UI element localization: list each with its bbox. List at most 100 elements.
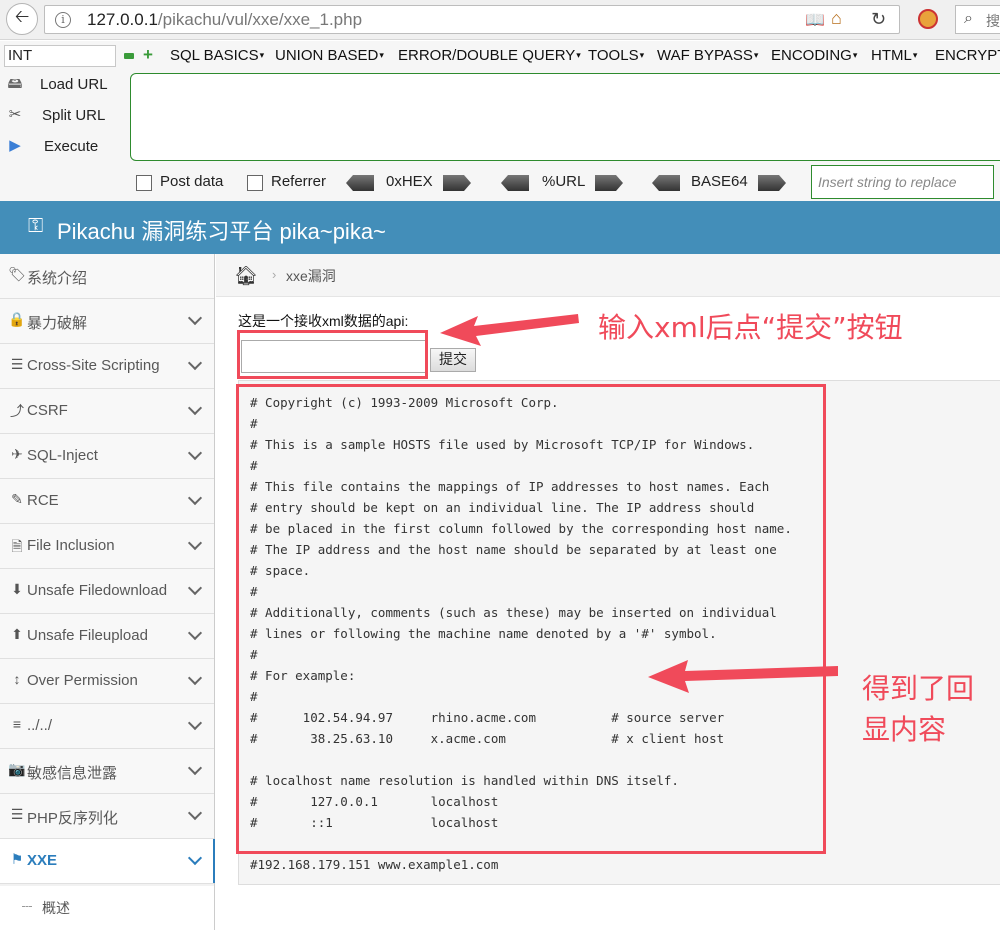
split-url-label: Split URL [42,107,106,124]
execute-button[interactable]: ▶ Execute [4,135,124,161]
hackbar-panel: INT + SQL BASICS UNION BASED ERROR/DOUBL… [0,41,1000,201]
sidebar-item-fileupload[interactable]: ⬆ Unsafe Fileupload [0,614,214,659]
post-data-checkbox[interactable] [136,175,152,191]
reload-icon[interactable]: ↻ [871,9,886,30]
url-decode-arrow-icon[interactable] [501,175,529,191]
hackbar-menu: INT + SQL BASICS UNION BASED ERROR/DOUBL… [0,45,1000,69]
chevron-down-icon [187,445,203,461]
tags-icon: 🏷 [8,266,26,282]
hex-label: 0xHEX [386,173,433,190]
sidebar-subitem-overview[interactable]: 概述 [0,886,214,930]
site-title[interactable]: Pikachu 漏洞练习平台 pika~pika~ [57,214,386,246]
minus-icon[interactable] [124,53,134,59]
plane-icon: ✈ [11,446,23,462]
type-select[interactable]: INT [4,45,116,67]
search-icon: ⌕ [964,10,973,27]
menu-union-based[interactable]: UNION BASED [275,47,384,64]
post-data-label: Post data [160,173,224,190]
sidebar-item-label: 系统介绍 [27,270,88,287]
sidebar-item-info-leak[interactable]: 📷 敏感信息泄露 [0,749,214,794]
pencil-icon: ✎ [11,491,23,507]
search-input[interactable]: ⌕ 搜 [955,5,1000,34]
submit-button[interactable]: 提交 [430,348,476,372]
camera-icon: 📷 [8,761,26,777]
blocker-icon[interactable] [918,9,938,29]
arrow-left-icon: 🡠 [14,6,30,26]
breadcrumb: 🏠︎ › xxe漏洞 [216,254,1000,297]
sidebar-subitem-label: 概述 [42,900,70,916]
input-annotation-text: 输入xml后点“提交”按钮 [598,311,903,344]
sidebar-item-label: PHP反序列化 [27,810,118,827]
sidebar-item-intro[interactable]: 🏷 系统介绍 [0,254,214,299]
plus-icon[interactable]: + [143,45,153,65]
referrer-checkbox[interactable] [247,175,263,191]
breadcrumb-separator: › [272,267,277,282]
url-textarea[interactable] [130,73,1000,161]
sidebar-item-label: RCE [27,492,59,509]
output-annotation-text-line1: 得到了回 [862,672,975,705]
chevron-down-icon [187,715,203,731]
menu-waf-bypass[interactable]: WAF BYPASS [657,47,758,64]
address-bar[interactable]: i 127.0.0.1/pikachu/vul/xxe/xxe_1.php 📖 … [44,5,900,34]
sidebar-item-dir-traversal[interactable]: ≡ ../../ [0,704,214,749]
base64-decode-arrow-icon[interactable] [652,175,680,191]
replace-input[interactable]: Insert string to replace [811,165,994,199]
load-url-icon: 🖴 [7,75,23,92]
arrow-to-input [440,314,579,346]
chevron-down-icon [187,535,203,551]
menu-error-double-query[interactable]: ERROR/DOUBLE QUERY [398,47,581,64]
api-label: 这是一个接收xml数据的api: [238,313,409,329]
sidebar-item-label: File Inclusion [27,537,115,554]
align-icon: ≡ [12,716,22,732]
sidebar-item-sqli[interactable]: ✈ SQL-Inject [0,434,214,479]
sidebar-item-label: Unsafe Filedownload [27,582,168,599]
chevron-down-icon [187,625,203,641]
hex-decode-arrow-icon[interactable] [346,175,374,191]
split-url-button[interactable]: ✂ Split URL [4,104,124,130]
sidebar-item-xxe[interactable]: ⚑ XXE [0,839,215,884]
chevron-down-icon [187,760,203,776]
sidebar-item-label: 敏感信息泄露 [27,765,118,782]
load-url-button[interactable]: 🖴 Load URL [4,73,124,99]
sidebar-item-xss[interactable]: ☰ Cross-Site Scripting [0,344,214,389]
sidebar-item-over-permission[interactable]: ↕ Over Permission [0,659,214,704]
chevron-down-icon [187,400,203,416]
base64-label: BASE64 [691,173,748,190]
search-placeholder: 搜 [986,13,1000,29]
home-icon[interactable]: ⌂ [831,8,842,29]
sidebar-item-label: Over Permission [27,672,138,689]
output-highlight-box [236,384,826,854]
url-encode-arrow-icon[interactable] [595,175,623,191]
output-annotation-text-line2: 显内容 [862,713,947,746]
upload-icon: ⬆ [11,626,23,642]
sidebar-item-php-unserialize[interactable]: ☰ PHP反序列化 [0,794,214,839]
hex-encode-arrow-icon[interactable] [443,175,471,191]
menu-html[interactable]: HTML [871,47,917,64]
output-line: #192.168.179.151 www.example1.com [250,857,499,872]
browser-toolbar: 🡠 i 127.0.0.1/pikachu/vul/xxe/xxe_1.php … [0,0,1000,40]
menu-tools[interactable]: TOOLS [588,47,644,64]
sidebar-item-bruteforce[interactable]: 🔒 暴力破解 [0,299,214,344]
base64-encode-arrow-icon[interactable] [758,175,786,191]
chevron-down-icon [187,310,203,326]
text-height-icon: ↕ [13,671,21,687]
chevron-down-icon [187,490,203,506]
info-icon[interactable]: i [55,12,71,28]
reader-view-icon[interactable]: 📖 [805,10,825,30]
flag-icon: ⚑ [10,851,24,867]
chevron-down-icon [187,850,203,866]
sidebar-item-file-inclusion[interactable]: 🗎 File Inclusion [0,524,214,569]
menu-encrypt[interactable]: ENCRYPT [935,47,1000,64]
back-button[interactable]: 🡠 [6,3,38,35]
load-url-label: Load URL [40,76,108,93]
menu-encoding[interactable]: ENCODING [771,47,857,64]
menu-sql-basics[interactable]: SQL BASICS [170,47,264,64]
home-icon[interactable]: 🏠︎ [234,264,258,288]
sidebar-item-rce[interactable]: ✎ RCE [0,479,214,524]
sidebar-item-label: ../../ [27,717,53,734]
sidebar-item-label: XXE [27,852,58,869]
tree-dash [22,906,32,907]
sidebar-item-filedownload[interactable]: ⬇ Unsafe Filedownload [0,569,214,614]
sidebar-item-csrf[interactable]: ⤴ CSRF [0,389,214,434]
url-encode-label: %URL [542,173,586,190]
